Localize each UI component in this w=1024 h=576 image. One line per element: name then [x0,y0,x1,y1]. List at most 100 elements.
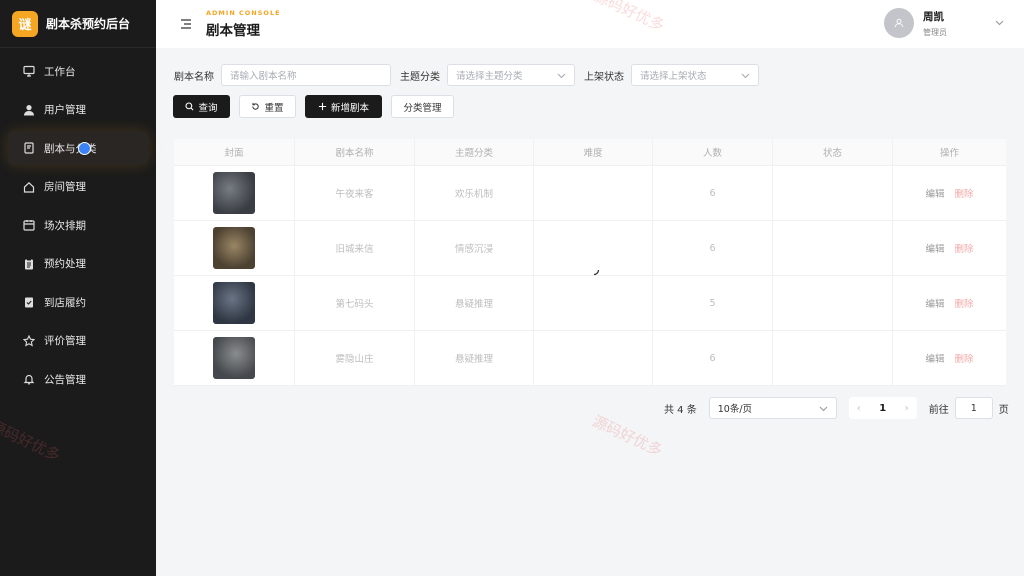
sidebar-item-label: 公告管理 [44,373,86,386]
sidebar-item-rooms[interactable]: 房间管理 [8,170,148,204]
script-theme-cell: 悬疑推理 [415,276,534,330]
script-players-cell: 5 [653,276,773,330]
sidebar-item-label: 到店履约 [44,296,86,309]
clipboard-icon [22,257,36,271]
column-header-difficulty: 难度 [534,139,653,165]
edit-button[interactable]: 编辑 [925,351,944,365]
column-header-status: 状态 [773,139,893,165]
sidebar-item-dashboard[interactable]: 工作台 [8,54,148,88]
search-button[interactable]: 查询 [173,95,230,118]
mouse-cursor-indicator [78,142,91,155]
user-info: 周凯 管理员 [923,9,995,38]
title-block: ADMIN CONSOLE 剧本管理 [206,9,281,39]
brand: 谜 剧本杀预约后台 [0,0,156,48]
script-name-input[interactable]: 请输入剧本名称 [221,64,391,86]
filter-bar: 剧本名称 请输入剧本名称 主题分类 请选择主题分类 上架状态 请选择上架状态 [174,64,759,86]
search-icon [185,102,194,111]
listing-status-placeholder: 请选择上架状态 [640,71,707,82]
delete-button[interactable]: 删除 [955,351,974,365]
goto-page-input[interactable] [954,397,993,419]
brand-logo: 谜 [12,10,38,37]
page-size-select[interactable]: 10条/页 [708,397,837,419]
table-row: 午夜来客 欢乐机制 6 编辑 删除 [174,166,1006,221]
sidebar-item-checkin[interactable]: 到店履约 [8,285,148,319]
goto-unit: 页 [998,404,1009,416]
script-players-cell: 6 [653,166,773,220]
sidebar-item-bookings[interactable]: 预约处理 [8,247,148,281]
script-name-cell: 雾隐山庄 [295,331,415,385]
reset-button[interactable]: 重置 [239,95,296,118]
pagination-total: 共 4 条 [664,404,697,416]
edit-button[interactable]: 编辑 [925,296,944,310]
category-management-button[interactable]: 分类管理 [391,95,454,118]
script-theme-cell: 悬疑推理 [415,331,534,385]
listing-status-select[interactable]: 请选择上架状态 [631,64,759,86]
top-header: ADMIN CONSOLE 剧本管理 周凯 管理员 [156,0,1024,48]
clipboard-check-icon [22,295,36,309]
sidebar-item-label: 预约处理 [44,258,86,270]
sidebar-item-users[interactable]: 用户管理 [8,93,148,127]
script-cover-image [213,172,255,214]
script-name-cell: 旧城来信 [295,221,415,275]
user-name: 周凯 [923,10,944,23]
script-difficulty-cell [534,276,653,330]
script-cover-image [213,227,255,269]
script-name-placeholder: 请输入剧本名称 [230,71,297,82]
add-script-button[interactable]: 新增剧本 [305,95,382,118]
home-icon [22,180,36,194]
table-row: 雾隐山庄 悬疑推理 6 编辑 删除 [174,331,1006,386]
category-management-label: 分类管理 [403,102,442,114]
script-status-cell [773,166,893,220]
sidebar-item-label: 用户管理 [44,104,86,116]
page-size-value: 10条/页 [717,404,753,415]
bell-icon [22,372,36,386]
add-script-button-label: 新增剧本 [330,102,369,114]
sidebar-item-scripts[interactable]: 剧本与分类 [8,131,148,165]
script-status-cell [773,221,893,275]
sidebar-item-label: 场次排期 [44,219,86,232]
chevron-down-icon [995,18,1004,29]
theme-category-label: 主题分类 [400,71,440,83]
sidebar-item-notices[interactable]: 公告管理 [8,362,148,396]
next-page-icon[interactable]: › [905,403,909,414]
edit-button[interactable]: 编辑 [925,186,944,200]
menu-toggle-icon[interactable] [178,16,194,32]
theme-category-select[interactable]: 请选择主题分类 [447,64,575,86]
sidebar-item-label: 评价管理 [44,335,86,347]
sidebar-item-schedule[interactable]: 场次排期 [8,208,148,242]
script-difficulty-cell [534,331,653,385]
page-title: 剧本管理 [206,23,260,39]
row-actions: 编辑 删除 [893,166,1006,220]
avatar [884,8,914,38]
script-cover-image [213,282,255,324]
page-navigator: ‹ 1 › [848,397,917,419]
user-icon [22,103,36,117]
refresh-icon [251,102,260,111]
chevron-down-icon [741,71,750,82]
column-header-cover: 封面 [174,139,295,165]
listing-status-label: 上架状态 [584,71,624,83]
star-icon [22,334,36,348]
sidebar: 谜 剧本杀预约后台 工作台 用户管理 剧本与分类 房间管理 场次排期 预约处理 … [0,0,156,576]
pagination: 共 4 条 10条/页 ‹ 1 › 前往 页 [664,397,1009,419]
plus-icon [318,102,327,111]
row-actions: 编辑 删除 [893,331,1006,385]
delete-button[interactable]: 删除 [955,241,974,255]
main-content: 剧本名称 请输入剧本名称 主题分类 请选择主题分类 上架状态 请选择上架状态 查… [156,48,1024,576]
user-menu[interactable]: 周凯 管理员 [884,8,1004,38]
theme-category-placeholder: 请选择主题分类 [456,71,523,82]
book-icon [22,141,36,155]
user-role: 管理员 [923,27,947,37]
current-page[interactable]: 1 [879,403,886,414]
prev-page-icon[interactable]: ‹ [857,403,861,414]
row-actions: 编辑 删除 [893,276,1006,330]
delete-button[interactable]: 删除 [955,296,974,310]
delete-button[interactable]: 删除 [955,186,974,200]
script-name-cell: 第七码头 [295,276,415,330]
edit-button[interactable]: 编辑 [925,241,944,255]
goto-label: 前往 [928,404,949,416]
sidebar-item-reviews[interactable]: 评价管理 [8,324,148,358]
column-header-name: 剧本名称 [295,139,415,165]
brand-title: 剧本杀预约后台 [46,17,131,31]
script-theme-cell: 情感沉浸 [415,221,534,275]
